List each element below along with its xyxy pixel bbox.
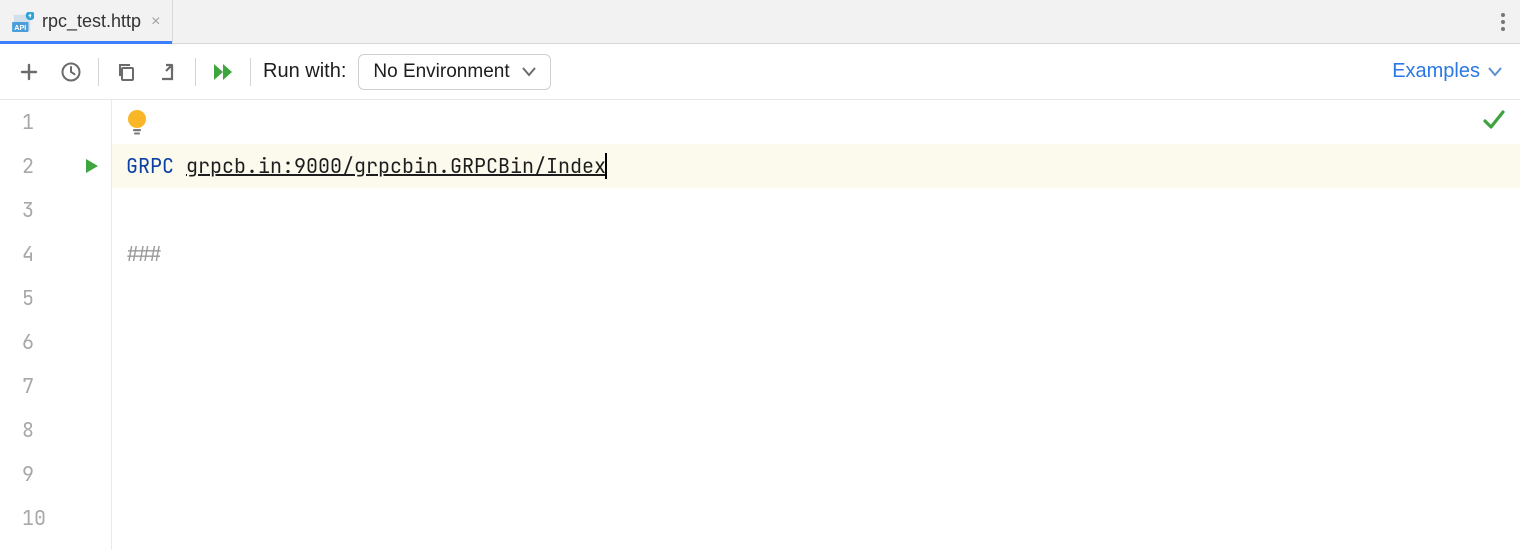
request-url: grpcb.in:9000/grpcbin.GRPCBin/Index [186,153,606,179]
close-icon[interactable]: × [149,13,162,31]
line-number: 10 [0,505,101,531]
separator [195,58,196,86]
grpc-keyword: GRPC [126,153,174,179]
code-line[interactable] [112,452,1520,496]
add-request-button[interactable] [14,57,44,87]
examples-label: Examples [1392,60,1480,83]
run-with-label: Run with: [263,60,346,83]
code-line[interactable] [112,100,1520,144]
separator [98,58,99,86]
environment-select[interactable]: No Environment [358,54,550,90]
tab-filename: rpc_test.http [42,11,141,32]
code-area[interactable]: GRPC grpcb.in:9000/grpcbin.GRPCBin/Index… [112,100,1520,550]
import-button[interactable] [153,57,183,87]
copy-button[interactable] [111,57,141,87]
line-number: 1 [0,109,83,135]
tab-rpc-test[interactable]: API rpc_test.http × [0,0,173,43]
chevron-down-icon [522,61,536,83]
code-line[interactable]: GRPC grpcb.in:9000/grpcbin.GRPCBin/Index [112,144,1520,188]
separator [250,58,251,86]
svg-text:API: API [14,23,26,32]
history-button[interactable] [56,57,86,87]
text-cursor [605,153,607,179]
run-all-button[interactable] [208,57,238,87]
tab-bar: API rpc_test.http × [0,0,1520,44]
line-number: 9 [0,461,101,487]
gutter-run-icon[interactable] [83,158,101,174]
intention-bulb-icon[interactable] [126,108,148,136]
examples-dropdown[interactable]: Examples [1392,60,1506,83]
line-number: 6 [0,329,101,355]
api-file-icon: API [12,12,34,32]
line-number: 2 [0,153,83,179]
environment-value: No Environment [373,61,509,83]
status-ok-icon [1482,108,1506,138]
code-line[interactable] [112,188,1520,232]
chevron-down-icon [1488,60,1502,83]
line-number: 5 [0,285,101,311]
line-number: 3 [0,197,101,223]
code-line[interactable] [112,276,1520,320]
code-line[interactable] [112,408,1520,452]
line-number: 4 [0,241,101,267]
line-number: 8 [0,417,101,443]
tab-options-kebab-icon[interactable] [1500,0,1506,44]
code-line[interactable] [112,364,1520,408]
code-line[interactable] [112,320,1520,364]
request-separator: ### [126,241,162,267]
gutter: 1 2 3 4 5 6 7 8 9 10 [0,100,112,550]
editor: 1 2 3 4 5 6 7 8 9 10 GRPC grpcb.in:9000/… [0,100,1520,550]
code-line[interactable] [112,496,1520,540]
http-client-toolbar: Run with: No Environment Examples [0,44,1520,100]
run-with-group: Run with: No Environment [263,54,551,90]
code-line[interactable]: ### [112,232,1520,276]
line-number: 7 [0,373,101,399]
